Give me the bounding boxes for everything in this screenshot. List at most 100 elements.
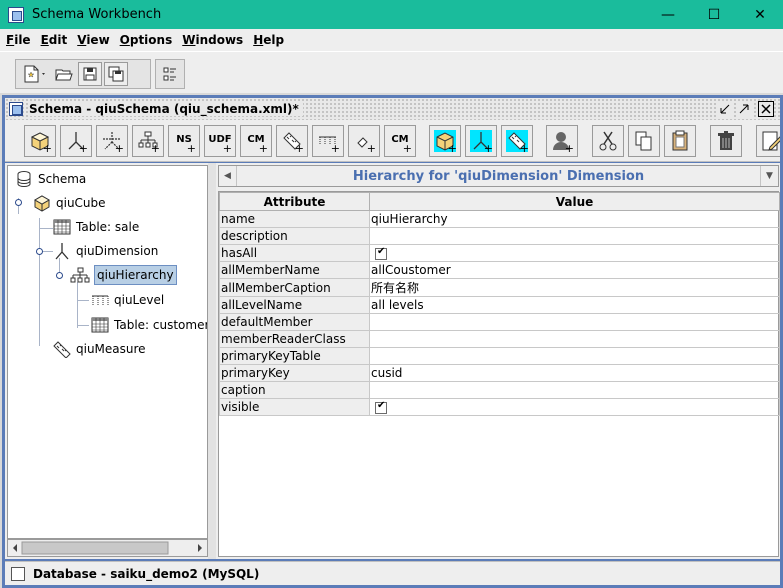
- table-row[interactable]: visible: [219, 398, 780, 416]
- table-icon: [52, 217, 72, 237]
- tree-toggle-hierarchy[interactable]: [56, 272, 63, 279]
- tree-node-hierarchy-table[interactable]: Table: customer: [90, 315, 207, 335]
- cube-icon: [32, 193, 52, 213]
- attribute-table: Attribute Value name qiuHierarchy descript…: [218, 191, 780, 557]
- value-cell[interactable]: all levels: [369, 296, 780, 314]
- value-cell[interactable]: [369, 347, 780, 365]
- add-cube-button[interactable]: +: [24, 125, 56, 157]
- split-divider[interactable]: [208, 163, 216, 559]
- value-checkbox[interactable]: [375, 246, 387, 260]
- table-row[interactable]: hasAll: [219, 244, 780, 262]
- preferences-button[interactable]: [160, 62, 180, 86]
- add-measure-button[interactable]: +: [276, 125, 308, 157]
- tree-horizontal-scrollbar[interactable]: [7, 539, 208, 557]
- menu-view[interactable]: View: [73, 33, 113, 47]
- attribute-cell: visible: [219, 398, 370, 416]
- tree-label: qiuCube: [56, 196, 106, 210]
- value-cell[interactable]: [369, 227, 780, 245]
- value-cell[interactable]: [369, 313, 780, 331]
- copy-button[interactable]: [628, 125, 660, 157]
- schema-toolbar: + + + + NS + UDF + CM + + + + CM + + + +…: [5, 120, 780, 162]
- add-named-set-button[interactable]: NS +: [168, 125, 200, 157]
- add-level-button[interactable]: +: [312, 125, 344, 157]
- edit-pencil-icon: [762, 131, 780, 151]
- table-row[interactable]: memberReaderClass: [219, 330, 780, 348]
- new-schema-button[interactable]: [20, 62, 50, 86]
- add-hierarchy-button[interactable]: +: [132, 125, 164, 157]
- add-virtual-dimension-button[interactable]: +: [465, 125, 497, 157]
- edit-mode-button[interactable]: [756, 125, 780, 157]
- attribute-cell: allMemberName: [219, 261, 370, 279]
- schema-tree[interactable]: Schema qiuCube Table: sale qiuDimension …: [7, 165, 208, 539]
- attribute-cell: allLevelName: [219, 296, 370, 314]
- menu-help[interactable]: Help: [249, 33, 288, 47]
- frame-maximize-icon[interactable]: [736, 101, 752, 117]
- tree-node-measure[interactable]: qiuMeasure: [52, 339, 146, 359]
- table-row[interactable]: caption: [219, 381, 780, 399]
- schema-frame-icon: [9, 102, 23, 116]
- table-row[interactable]: allMemberName allCoustomer: [219, 261, 780, 279]
- tree-node-cube[interactable]: qiuCube: [32, 193, 106, 213]
- value-cell[interactable]: [369, 244, 780, 262]
- new-document-icon: [24, 65, 45, 83]
- scroll-left-icon[interactable]: ◀: [219, 166, 237, 186]
- minimize-button[interactable]: —: [645, 0, 691, 29]
- database-icon: [14, 169, 34, 189]
- frame-minimize-icon[interactable]: [717, 101, 733, 117]
- open-button[interactable]: [52, 62, 76, 86]
- add-calculated-member-button[interactable]: CM +: [240, 125, 272, 157]
- save-button[interactable]: [78, 62, 102, 86]
- cut-button[interactable]: [592, 125, 624, 157]
- add-virtual-cube-button[interactable]: +: [429, 125, 461, 157]
- add-dimension-usage-button[interactable]: +: [96, 125, 128, 157]
- delete-button[interactable]: [710, 125, 742, 157]
- table-row[interactable]: defaultMember: [219, 313, 780, 331]
- tree-node-hierarchy[interactable]: qiuHierarchy: [70, 265, 177, 285]
- column-header[interactable]: Value: [369, 192, 780, 211]
- tree-node-schema[interactable]: Schema: [14, 169, 86, 189]
- add-calculated-member-property-button[interactable]: CM +: [384, 125, 416, 157]
- frame-close-icon[interactable]: [758, 101, 774, 117]
- menu-windows[interactable]: Windows: [178, 33, 247, 47]
- table-row[interactable]: allLevelName all levels: [219, 296, 780, 314]
- value-cell[interactable]: [369, 330, 780, 348]
- tree-node-level[interactable]: qiuLevel: [90, 290, 164, 310]
- hierarchy-icon: [70, 265, 90, 285]
- value-cell[interactable]: allCoustomer: [369, 261, 780, 279]
- table-row[interactable]: primaryKey cusid: [219, 364, 780, 382]
- save-as-button[interactable]: [104, 62, 128, 86]
- maximize-button[interactable]: ☐: [691, 0, 737, 29]
- schema-frame-titlebar[interactable]: Schema - qiuSchema (qiu_schema.xml)*: [5, 98, 780, 120]
- add-virtual-measure-button[interactable]: +: [501, 125, 533, 157]
- status-text: Database - saiku_demo2 (MySQL): [33, 566, 260, 581]
- panel-title: Hierarchy for 'qiuDimension' Dimension: [352, 168, 645, 184]
- tree-label: qiuMeasure: [76, 342, 146, 356]
- table-row[interactable]: primaryKeyTable: [219, 347, 780, 365]
- table-header-row: Attribute Value: [219, 192, 780, 211]
- value-cell[interactable]: 所有名称: [369, 278, 780, 297]
- add-role-button[interactable]: +: [546, 125, 578, 157]
- menu-edit[interactable]: Edit: [37, 33, 72, 47]
- table-row[interactable]: name qiuHierarchy: [219, 210, 780, 228]
- close-button[interactable]: ✕: [737, 0, 783, 29]
- paste-button[interactable]: [664, 125, 696, 157]
- value-checkbox[interactable]: [375, 400, 387, 414]
- value-cell[interactable]: [369, 398, 780, 416]
- tree-toggle-cube[interactable]: [15, 199, 22, 206]
- window-title: Schema Workbench: [32, 7, 162, 22]
- chevron-down-icon[interactable]: ▼: [760, 166, 778, 186]
- table-row[interactable]: allMemberCaption 所有名称: [219, 278, 780, 297]
- tree-node-cube-table[interactable]: Table: sale: [52, 217, 139, 237]
- value-cell[interactable]: qiuHierarchy: [369, 210, 780, 228]
- add-dimension-button[interactable]: +: [60, 125, 92, 157]
- menu-options[interactable]: Options: [116, 33, 177, 47]
- tree-node-dimension[interactable]: qiuDimension: [52, 241, 158, 261]
- tree-toggle-dimension[interactable]: [36, 248, 43, 255]
- table-row[interactable]: description: [219, 227, 780, 245]
- add-udf-button[interactable]: UDF +: [204, 125, 236, 157]
- value-cell[interactable]: [369, 381, 780, 399]
- add-property-button[interactable]: +: [348, 125, 380, 157]
- menu-file[interactable]: File: [2, 33, 35, 47]
- value-cell[interactable]: cusid: [369, 364, 780, 382]
- column-header[interactable]: Attribute: [219, 192, 370, 211]
